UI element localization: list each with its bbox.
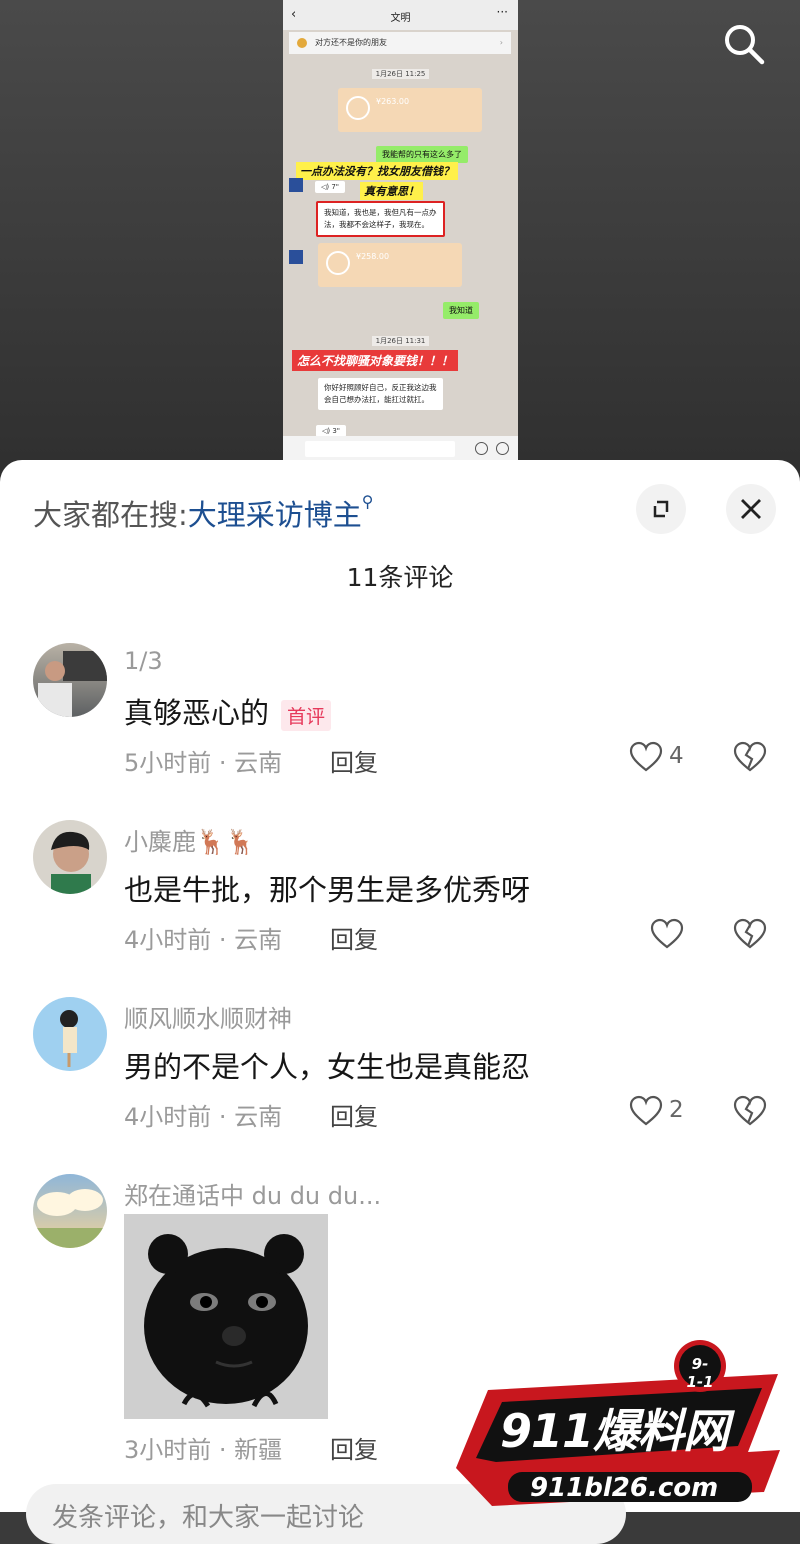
chat-timestamp: 1月26日 11:25 (283, 69, 518, 79)
chat-timestamp: 1月26日 11:31 (283, 336, 518, 346)
person-icon (297, 38, 307, 48)
chat-bubble-sent: 我知道 (443, 302, 479, 319)
emoji-icon (475, 442, 488, 455)
like-heart-icon[interactable] (629, 1095, 663, 1127)
avatar[interactable] (33, 1174, 107, 1248)
stranger-notice: 对方还不是你的朋友 › (289, 32, 511, 54)
caption-yellow: 一点办法没有？找女朋友借钱？ (296, 162, 458, 180)
comment-author[interactable]: 1/3 (124, 647, 163, 675)
reply-button[interactable]: 回复 (330, 920, 378, 955)
caption-red: 怎么不找聊骚对象要钱！！！ (292, 350, 459, 371)
more-icon: ··· (496, 5, 508, 19)
chat-bubble-received: 我知道，我也是，我但凡有一点办 法，我都不会这样子，我现在。 (316, 201, 445, 237)
comment-meta: 5小时前 · 云南 (124, 749, 283, 777)
avatar[interactable] (33, 643, 107, 717)
comment-text: 也是牛批，那个男生是多优秀呀 (124, 873, 531, 907)
comment-input-placeholder: 发条评论，和大家一起讨论 (52, 1503, 365, 1533)
sticker-image[interactable] (124, 1214, 328, 1419)
comment-author[interactable]: 顺风顺水顺财神 (124, 999, 292, 1034)
dislike-broken-heart-icon[interactable] (733, 1095, 767, 1127)
hot-search-prefix: 大家都在搜: (33, 498, 188, 532)
chat-avatar (289, 178, 303, 192)
reply-button[interactable]: 回复 (330, 743, 378, 778)
chat-input-bar (283, 436, 518, 462)
transfer-card: ¥258.00 (318, 243, 462, 287)
watermark-url: 911bl26.com (530, 1473, 719, 1503)
avatar[interactable] (33, 820, 107, 894)
hot-search-term[interactable]: 大理采访博主 (188, 498, 362, 532)
chat-avatar (289, 250, 303, 264)
dislike-broken-heart-icon[interactable] (733, 741, 767, 773)
expand-icon (653, 500, 669, 518)
reply-button[interactable]: 回复 (330, 1097, 378, 1132)
avatar[interactable] (33, 997, 107, 1071)
plus-icon (496, 442, 509, 455)
expand-button[interactable] (636, 484, 686, 534)
like-heart-icon[interactable] (629, 741, 663, 773)
check-circle-icon (346, 96, 370, 120)
reply-button[interactable]: 回复 (330, 1430, 378, 1465)
chat-title: 文明 (390, 13, 411, 24)
comment-text: 真够恶心的 首评 (124, 690, 332, 732)
comment-meta: 4小时前 · 云南 (124, 926, 283, 954)
watermark-badge: 9-1-1 (686, 1355, 714, 1391)
hot-search[interactable]: 大家都在搜:大理采访博主⚲ (33, 492, 374, 534)
search-icon[interactable] (722, 22, 766, 66)
transfer-card: ¥263.00 (338, 88, 482, 132)
like-count: 2 (669, 1097, 684, 1123)
search-small-icon: ⚲ (361, 492, 374, 511)
watermark-brand: 911爆料网 (500, 1404, 729, 1458)
chat-bubble-sent: 我能帮的只有这么多了 (376, 146, 468, 163)
like-heart-icon[interactable] (650, 918, 684, 950)
first-comment-badge: 首评 (281, 699, 332, 731)
check-circle-icon (326, 251, 350, 275)
chevron-right-icon: › (499, 38, 503, 47)
close-icon (741, 499, 761, 519)
comment-count-title: 11条评论 (346, 563, 454, 592)
voice-message: ◁) 7" (315, 181, 346, 193)
close-button[interactable] (726, 484, 776, 534)
comment-meta: 4小时前 · 云南 (124, 1103, 283, 1131)
comment-author[interactable]: 小麋鹿🦌🦌 (124, 822, 256, 857)
chat-header: ‹ 文明 ··· (283, 0, 518, 30)
notice-text: 对方还不是你的朋友 (315, 38, 387, 47)
chat-input-field (305, 441, 455, 457)
chat-bubble-received: 你好好照顾好自己，反正我这边我 会自己想办法扛，能扛过就扛。 (318, 378, 443, 410)
comment-author[interactable]: 郑在通话中 du du du... (124, 1176, 381, 1211)
dislike-broken-heart-icon[interactable] (733, 918, 767, 950)
comment-meta: 3小时前 · 新疆 (124, 1436, 283, 1464)
like-count: 4 (669, 743, 684, 769)
comment-text: 男的不是个人，女生也是真能忍 (124, 1050, 531, 1084)
caption-yellow: 真有意思！ (360, 182, 423, 200)
embedded-chat-screenshot: ‹ 文明 ··· 对方还不是你的朋友 › 1月26日 11:25 ¥263.00… (283, 0, 518, 462)
